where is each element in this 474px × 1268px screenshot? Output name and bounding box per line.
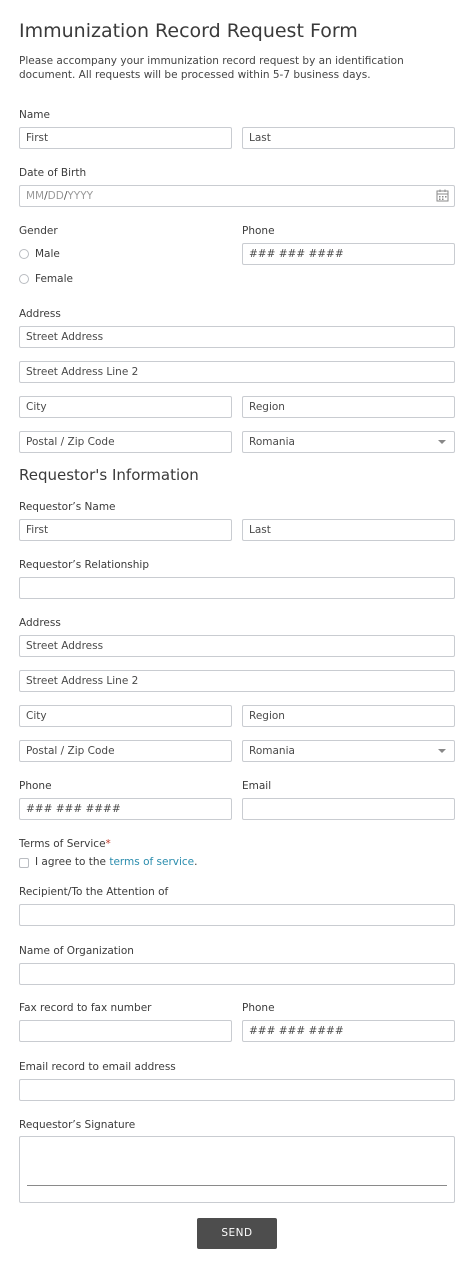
address-label: Address xyxy=(19,308,61,320)
email-record-label: Email record to email address xyxy=(19,1061,176,1073)
tos-agree-text: I agree to the xyxy=(35,856,110,868)
requestor-address-label: Address xyxy=(19,617,61,629)
tos-agree-label: I agree to the terms of service. xyxy=(35,856,198,868)
dob-day-placeholder: DD xyxy=(47,190,64,202)
phone-label: Phone xyxy=(242,225,275,237)
tos-period: . xyxy=(194,856,198,868)
tos-link[interactable]: terms of service xyxy=(109,856,194,868)
tos-label-text: Terms of Service xyxy=(19,838,106,850)
requestor-postal-code-input[interactable]: Postal / Zip Code xyxy=(19,740,232,762)
fax-phone-input[interactable]: ### ### #### xyxy=(242,1020,455,1042)
street-address-line2-input[interactable]: Street Address Line 2 xyxy=(19,361,455,383)
fax-input[interactable] xyxy=(19,1020,232,1042)
chevron-down-icon xyxy=(438,440,446,444)
calendar-icon[interactable] xyxy=(436,189,449,202)
tos-checkbox[interactable] xyxy=(19,858,29,868)
postal-code-input[interactable]: Postal / Zip Code xyxy=(19,431,232,453)
requestor-phone-input[interactable]: ### ### #### xyxy=(19,798,232,820)
organization-input[interactable] xyxy=(19,963,455,985)
gender-male-label[interactable]: Male xyxy=(35,248,60,260)
recipient-input[interactable] xyxy=(19,904,455,926)
form-description: Please accompany your immunization recor… xyxy=(19,55,404,81)
recipient-label: Recipient/To the Attention of xyxy=(19,886,169,898)
dob-year-placeholder: YYYY xyxy=(67,190,94,202)
requestor-region-input[interactable]: Region xyxy=(242,705,455,727)
dob-input[interactable]: MM/DD/YYYY xyxy=(19,185,455,207)
requestor-country-select[interactable]: Romania xyxy=(242,740,455,762)
requestor-street-address-input[interactable]: Street Address xyxy=(19,635,455,657)
gender-label: Gender xyxy=(19,225,58,237)
gender-female-radio[interactable] xyxy=(19,274,29,284)
last-name-input[interactable]: Last xyxy=(242,127,455,149)
signature-line xyxy=(27,1185,447,1186)
organization-label: Name of Organization xyxy=(19,945,134,957)
street-address-input[interactable]: Street Address xyxy=(19,326,455,348)
gender-female-label[interactable]: Female xyxy=(35,273,73,285)
requestor-name-label: Requestor’s Name xyxy=(19,501,116,513)
region-input[interactable]: Region xyxy=(242,396,455,418)
requestor-phone-label: Phone xyxy=(19,780,52,792)
requestor-street-address-line2-input[interactable]: Street Address Line 2 xyxy=(19,670,455,692)
dob-label: Date of Birth xyxy=(19,167,87,179)
requestor-last-name-input[interactable]: Last xyxy=(242,519,455,541)
chevron-down-icon xyxy=(438,749,446,753)
phone-input[interactable]: ### ### #### xyxy=(242,243,455,265)
tos-label: Terms of Service* xyxy=(19,838,111,850)
country-select[interactable]: Romania xyxy=(242,431,455,453)
requestor-relationship-input[interactable] xyxy=(19,577,455,599)
requestor-city-input[interactable]: City xyxy=(19,705,232,727)
send-button[interactable]: SEND xyxy=(197,1218,277,1249)
requestor-first-name-input[interactable]: First xyxy=(19,519,232,541)
fax-label: Fax record to fax number xyxy=(19,1002,152,1014)
email-record-input[interactable] xyxy=(19,1079,455,1101)
form-title: Immunization Record Request Form xyxy=(19,20,358,42)
requestor-email-label: Email xyxy=(242,780,272,792)
fax-phone-label: Phone xyxy=(242,1002,275,1014)
signature-pad[interactable] xyxy=(19,1136,455,1203)
dob-month-placeholder: MM xyxy=(26,190,45,202)
required-mark: * xyxy=(105,838,111,850)
signature-label: Requestor’s Signature xyxy=(19,1119,136,1131)
requestor-email-input[interactable] xyxy=(242,798,455,820)
gender-male-radio[interactable] xyxy=(19,249,29,259)
first-name-input[interactable]: First xyxy=(19,127,232,149)
requestor-relationship-label: Requestor’s Relationship xyxy=(19,559,149,571)
name-label: Name xyxy=(19,109,50,121)
requestor-section-title: Requestor's Information xyxy=(19,466,199,484)
city-input[interactable]: City xyxy=(19,396,232,418)
